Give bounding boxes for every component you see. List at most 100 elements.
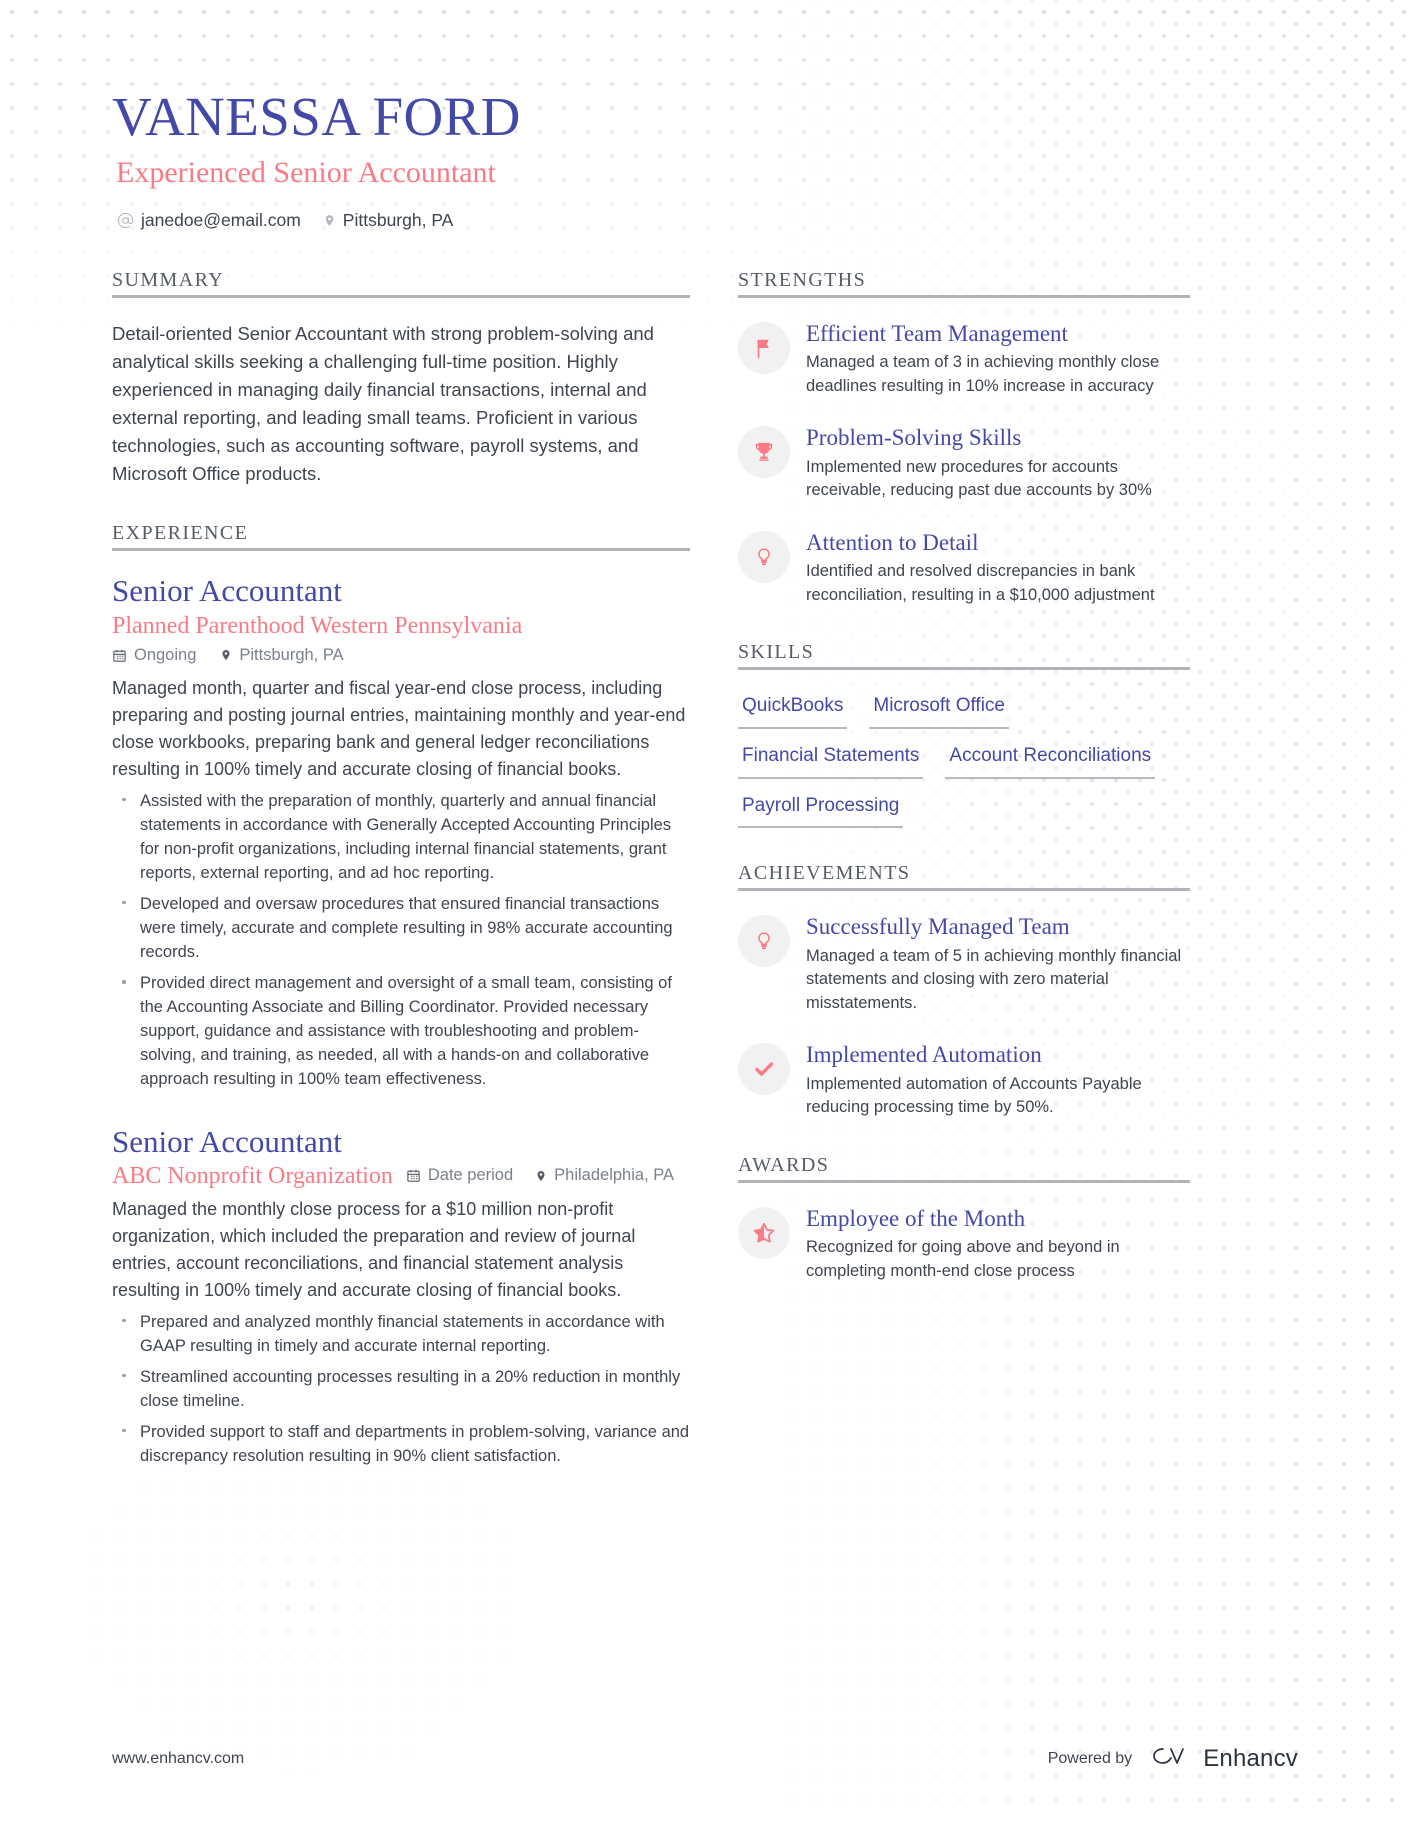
list-item: Provided support to staff and department…: [122, 1420, 690, 1468]
skills-heading: SKILLS: [738, 641, 815, 664]
location-pin-icon: [535, 1168, 547, 1184]
award-title: Employee of the Month: [806, 1205, 1026, 1231]
location-pin-icon: [323, 212, 336, 229]
experience-date-value: Ongoing: [134, 645, 197, 664]
summary-text: Detail-oriented Senior Accountant with s…: [112, 322, 654, 485]
strength-text: Implemented new procedures for accounts …: [806, 457, 1152, 500]
list-item: Assisted with the preparation of monthly…: [122, 789, 690, 885]
skills-list: QuickBooks Microsoft Office Financial St…: [738, 692, 1190, 829]
trophy-icon: [738, 426, 790, 479]
skill-tag: Microsoft Office: [869, 692, 1010, 729]
contact-email: janedoe@email.com: [117, 210, 301, 231]
job-subtitle: Experienced Senior Accountant: [116, 156, 496, 190]
contact-email-value: janedoe@email.com: [141, 209, 301, 230]
strengths-section: STRENGTHS Efficient Team Management Mana…: [738, 269, 1190, 607]
experience-company: ABC Nonprofit Organization: [112, 1163, 393, 1190]
skills-section: SKILLS QuickBooks Microsoft Office Finan…: [738, 641, 1190, 829]
experience-heading: EXPERIENCE: [112, 522, 249, 545]
check-icon: [738, 1043, 790, 1096]
experience-item: Senior Accountant ABC Nonprofit Organiza…: [112, 1124, 690, 1469]
achievements-heading: ACHIEVEMENTS: [738, 862, 911, 885]
experience-date: Ongoing: [112, 646, 196, 665]
enhancv-brand: Enhancv: [1148, 1743, 1298, 1774]
contact-row: janedoe@email.com Pittsburgh, PA: [117, 210, 1410, 231]
right-column: STRENGTHS Efficient Team Management Mana…: [690, 269, 1190, 1317]
achievement-title: Implemented Automation: [806, 1042, 1042, 1068]
award-text: Recognized for going above and beyond in…: [806, 1238, 1120, 1280]
section-divider: [112, 294, 690, 298]
resume-header: VANESSA FORD Experienced Senior Accounta…: [0, 0, 1410, 231]
experience-item: Senior Accountant Planned Parenthood Wes…: [112, 573, 690, 1091]
strength-title: Efficient Team Management: [806, 320, 1068, 346]
strength-title: Problem-Solving Skills: [806, 425, 1022, 451]
section-divider: [738, 294, 1190, 298]
experience-section: EXPERIENCE Senior Accountant Planned Par…: [112, 522, 690, 1468]
contact-location: Pittsburgh, PA: [323, 209, 454, 231]
powered-by-label: Powered by: [1047, 1749, 1133, 1767]
list-item: Provided direct management and oversight…: [122, 971, 690, 1091]
experience-location: Philadelphia, PA: [535, 1166, 674, 1185]
flag-icon: [738, 321, 790, 374]
achievement-text: Managed a team of 5 in achieving monthly…: [806, 946, 1182, 1012]
lightbulb-icon: [738, 915, 790, 968]
calendar-icon: [406, 1168, 421, 1183]
footer-website-url[interactable]: www.enhancv.com: [112, 1750, 244, 1768]
calendar-icon: [112, 648, 127, 663]
enhancv-logo-icon: [1148, 1743, 1194, 1774]
experience-date: Date period: [406, 1166, 513, 1185]
at-icon: [117, 212, 134, 229]
brand-name: Enhancv: [1203, 1744, 1298, 1772]
experience-meta-row: Ongoing Pittsburgh, PA: [112, 646, 690, 665]
experience-description: Managed month, quarter and fiscal year-e…: [112, 677, 686, 779]
section-divider: [112, 548, 690, 552]
strength-card: Attention to Detail Identified and resol…: [738, 529, 1190, 607]
strengths-heading: STRENGTHS: [738, 268, 867, 291]
section-divider: [738, 1179, 1190, 1183]
strength-card: Problem-Solving Skills Implemented new p…: [738, 424, 1190, 502]
page-bottom-edge: [0, 1808, 1410, 1826]
experience-meta-row: Date period Philadelphia, PA: [406, 1166, 674, 1185]
experience-company-row: ABC Nonprofit Organization Date period P…: [112, 1161, 690, 1192]
experience-job-title: Senior Accountant: [112, 573, 342, 609]
experience-location-value: Pittsburgh, PA: [239, 645, 344, 664]
strength-text: Managed a team of 3 in achieving monthly…: [806, 353, 1160, 395]
experience-company: Planned Parenthood Western Pennsylvania: [112, 613, 523, 640]
resume-page: VANESSA FORD Experienced Senior Accounta…: [0, 0, 1410, 1826]
experience-location-value: Philadelphia, PA: [554, 1166, 675, 1185]
location-pin-icon: [220, 647, 232, 663]
strength-title: Attention to Detail: [806, 529, 979, 555]
full-name: VANESSA FORD: [112, 86, 521, 147]
experience-bullet-list: Assisted with the preparation of monthly…: [112, 789, 690, 1092]
summary-section: SUMMARY Detail-oriented Senior Accountan…: [112, 269, 690, 489]
skill-tag: Payroll Processing: [738, 792, 904, 829]
award-card: Employee of the Month Recognized for goi…: [738, 1205, 1190, 1283]
achievement-card: Successfully Managed Team Managed a team…: [738, 913, 1190, 1015]
lightbulb-icon: [738, 530, 790, 583]
experience-date-value: Date period: [427, 1166, 514, 1185]
skill-tag: Account Reconciliations: [945, 742, 1156, 779]
skill-tag: Financial Statements: [738, 742, 924, 779]
achievements-section: ACHIEVEMENTS Successfully Managed Team M…: [738, 862, 1190, 1119]
left-column: SUMMARY Detail-oriented Senior Accountan…: [0, 269, 690, 1502]
footer-branding: Powered by Enhancv: [1048, 1743, 1298, 1774]
experience-location: Pittsburgh, PA: [220, 645, 344, 665]
achievement-text: Implemented automation of Accounts Payab…: [806, 1074, 1142, 1117]
summary-heading: SUMMARY: [112, 268, 225, 291]
contact-location-value: Pittsburgh, PA: [342, 209, 454, 230]
section-divider: [738, 888, 1190, 892]
experience-company-row: Planned Parenthood Western Pennsylvania: [112, 611, 690, 642]
star-icon: [738, 1206, 790, 1259]
achievement-card: Implemented Automation Implemented autom…: [738, 1041, 1190, 1119]
awards-section: AWARDS Employee of the Month Recognized …: [738, 1154, 1190, 1283]
experience-description: Managed the monthly close process for a …: [112, 1198, 636, 1300]
strength-text: Identified and resolved discrepancies in…: [806, 562, 1155, 604]
achievement-title: Successfully Managed Team: [806, 914, 1070, 940]
skill-tag: QuickBooks: [738, 692, 848, 729]
experience-job-title: Senior Accountant: [112, 1123, 342, 1159]
list-item: Developed and oversaw procedures that en…: [122, 892, 690, 964]
page-footer: www.enhancv.com Powered by Enhancv: [0, 1743, 1410, 1774]
strength-card: Efficient Team Management Managed a team…: [738, 320, 1190, 398]
awards-heading: AWARDS: [738, 1153, 830, 1176]
section-divider: [738, 667, 1190, 671]
experience-bullet-list: Prepared and analyzed monthly financial …: [112, 1310, 690, 1468]
